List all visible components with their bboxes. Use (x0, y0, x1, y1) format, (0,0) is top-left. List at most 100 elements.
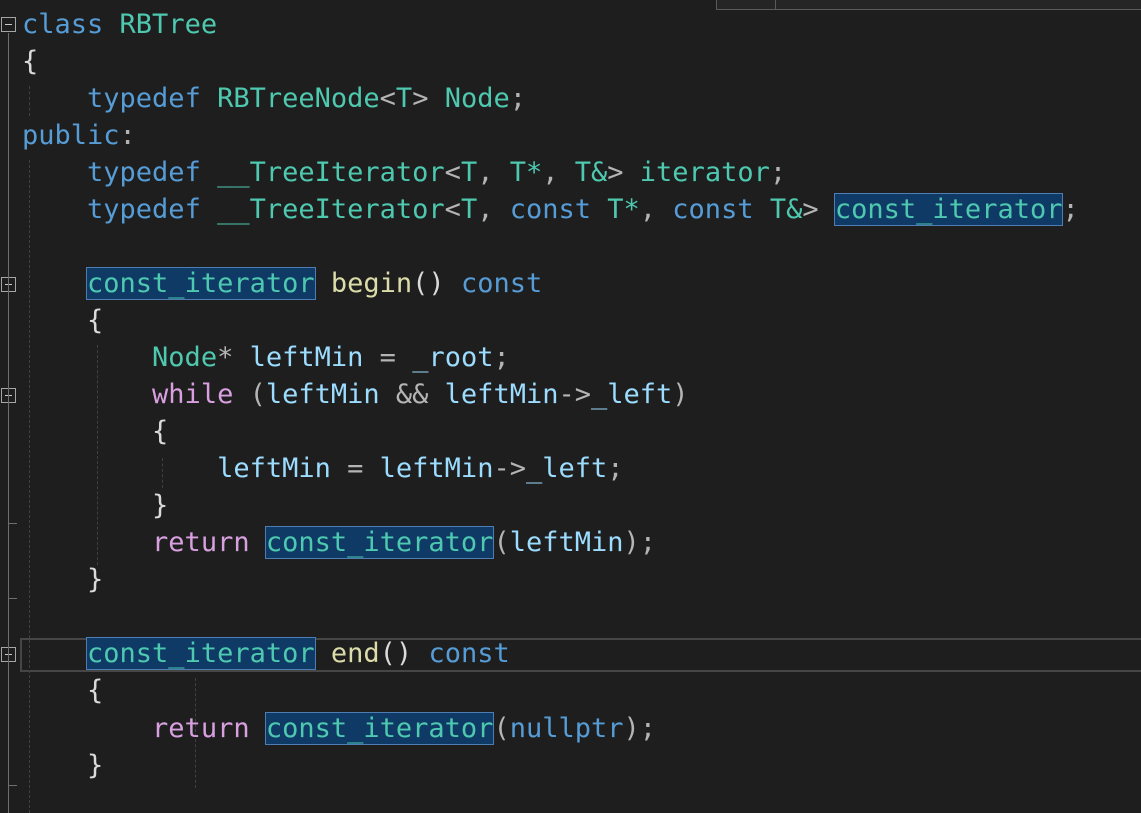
punctuation: < (444, 157, 461, 188)
code-line-10: Node* leftMin = _root; (22, 339, 510, 376)
code-line-20: return const_iterator(nullptr); (22, 710, 656, 747)
punctuation: ); (623, 527, 657, 558)
open-brace: { (87, 675, 104, 706)
control-keyword: return (152, 713, 250, 744)
outline-end-end (9, 785, 17, 786)
punctuation: ; (769, 157, 787, 188)
code-editor[interactable]: class RBTree { typedef RBTreeNode<T> Nod… (0, 0, 1141, 813)
punctuation: < (444, 194, 461, 225)
close-brace: } (87, 564, 104, 595)
highlighted-symbol[interactable]: const_iterator (86, 267, 316, 300)
keyword: typedef (87, 83, 201, 114)
template-arg: T (460, 194, 478, 225)
control-keyword: while (152, 379, 234, 410)
member: _left (525, 453, 608, 484)
code-line-1: class RBTree (22, 6, 217, 43)
keyword: const (672, 194, 754, 225)
template-arg: T& (574, 157, 608, 188)
code-line-8: const_iterator begin() const (22, 265, 542, 302)
variable: leftMin (265, 379, 380, 410)
type-name: RBTreeNode (217, 83, 380, 114)
variable: leftMin (509, 527, 624, 558)
alias-name: iterator (639, 157, 770, 188)
operator: -> (493, 453, 526, 484)
keyword: typedef (87, 194, 201, 225)
code-line-19: { (22, 672, 103, 709)
outline-while-end (9, 523, 17, 524)
punctuation: , (639, 194, 673, 225)
punctuation: : (119, 120, 136, 151)
operator: = (363, 342, 413, 373)
template-param: T (395, 83, 413, 114)
code-line-21: } (22, 747, 103, 784)
punctuation: < (379, 83, 396, 114)
punctuation: () (412, 268, 445, 299)
alias-name: Node (444, 83, 510, 114)
class-name: RBTree (119, 9, 218, 40)
code-line-9: { (22, 302, 103, 339)
operator: = (330, 453, 380, 484)
highlighted-symbol[interactable]: const_iterator (86, 637, 316, 670)
access-specifier: public (22, 120, 120, 151)
keyword: const (460, 268, 543, 299)
punctuation: () (379, 638, 413, 669)
code-line-11: while (leftMin && leftMin->_left) (22, 376, 689, 413)
template-arg: T& (769, 194, 803, 225)
punctuation: ; (1062, 194, 1079, 225)
outline-class-line (8, 33, 9, 813)
code-line-3: typedef RBTreeNode<T> Node; (22, 80, 526, 117)
highlighted-symbol[interactable]: const_iterator (264, 526, 495, 559)
operator: -> (558, 379, 591, 410)
punctuation: ; (509, 83, 527, 114)
punctuation: ) (672, 379, 689, 410)
code-line-13: leftMin = leftMin->_left; (22, 450, 624, 487)
type-name: __TreeIterator (217, 194, 445, 225)
close-brace: } (152, 490, 169, 521)
operator: && (379, 379, 445, 410)
punctuation: > (607, 157, 624, 188)
keyword: typedef (87, 157, 201, 188)
member: _left (590, 379, 673, 410)
keyword: const (428, 638, 510, 669)
type-name: Node (152, 342, 218, 373)
code-line-6: typedef __TreeIterator<T, const T*, cons… (22, 191, 1079, 228)
code-line-16: } (22, 561, 103, 598)
code-line-4: public: (22, 117, 136, 154)
code-line-14: } (22, 487, 168, 524)
variable: leftMin (444, 379, 559, 410)
type-name: __TreeIterator (217, 157, 445, 188)
function-name[interactable]: end (331, 638, 380, 669)
code-line-15: return const_iterator(leftMin); (22, 524, 656, 561)
highlighted-symbol[interactable]: const_iterator (833, 193, 1064, 226)
punctuation: ; (607, 453, 624, 484)
collapse-class-icon[interactable] (1, 17, 16, 32)
punctuation: ); (623, 713, 657, 744)
code-line-2: { (22, 43, 38, 80)
function-name[interactable]: begin (331, 268, 412, 299)
punctuation: ( (233, 379, 266, 410)
template-arg: T (460, 157, 478, 188)
punctuation: , (477, 157, 510, 188)
punctuation: ; (493, 342, 510, 373)
variable: _root (412, 342, 494, 373)
variable: leftMin (379, 453, 494, 484)
template-arg: T* (509, 157, 543, 188)
punctuation: ( (493, 713, 510, 744)
code-line-18: const_iterator end() const (22, 635, 510, 672)
control-keyword: return (152, 527, 250, 558)
keyword: const (509, 194, 591, 225)
open-brace: { (22, 46, 39, 77)
template-arg: T* (607, 194, 640, 225)
punctuation: , (542, 157, 575, 188)
highlighted-symbol[interactable]: const_iterator (264, 712, 495, 745)
open-brace: { (152, 416, 169, 447)
variable: leftMin (217, 453, 331, 484)
keyword: nullptr (509, 713, 624, 744)
keyword: class (22, 9, 104, 40)
punctuation: ( (493, 527, 510, 558)
open-brace: { (87, 305, 104, 336)
outline-begin-end (9, 598, 17, 599)
punctuation: > (802, 194, 819, 225)
punctuation: , (477, 194, 510, 225)
code-line-5: typedef __TreeIterator<T, T*, T&> iterat… (22, 154, 786, 191)
